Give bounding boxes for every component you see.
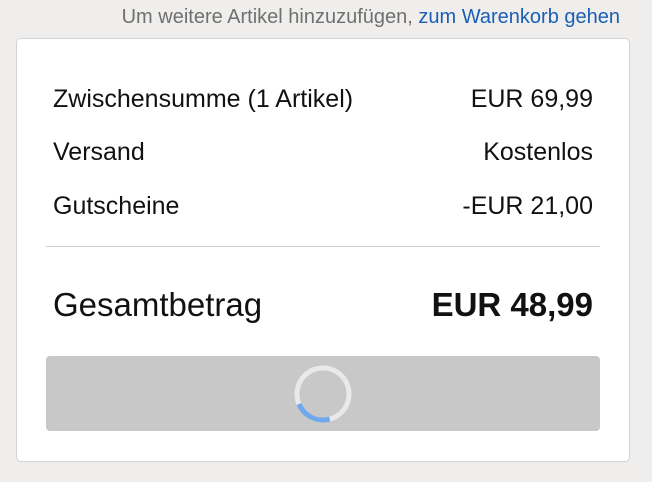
coupons-label: Gutscheine xyxy=(53,192,180,220)
shipping-value: Kostenlos xyxy=(483,138,593,166)
add-items-note: Um weitere Artikel hinzuzufügen, zum War… xyxy=(60,6,620,28)
subtotal-label: Zwischensumme (1 Artikel) xyxy=(53,85,354,113)
loading-spinner-icon xyxy=(294,365,352,422)
summary-divider xyxy=(46,246,600,247)
add-items-text: Um weitere Artikel hinzuzufügen, xyxy=(121,6,419,28)
checkout-button[interactable] xyxy=(46,356,600,431)
shipping-label: Versand xyxy=(53,138,145,166)
subtotal-row: Zwischensumme (1 Artikel) EUR 69,99 xyxy=(53,85,593,114)
order-summary-card: Zwischensumme (1 Artikel) EUR 69,99 Vers… xyxy=(16,38,630,462)
shipping-row: Versand Kostenlos xyxy=(53,138,593,167)
coupons-value: -EUR 21,00 xyxy=(462,192,593,220)
total-row: Gesamtbetrag EUR 48,99 xyxy=(53,286,593,324)
total-label: Gesamtbetrag xyxy=(53,286,263,323)
total-value: EUR 48,99 xyxy=(431,286,593,323)
go-to-cart-link[interactable]: zum Warenkorb gehen xyxy=(418,6,620,28)
coupons-row: Gutscheine -EUR 21,00 xyxy=(53,192,593,221)
subtotal-value: EUR 69,99 xyxy=(470,85,593,113)
